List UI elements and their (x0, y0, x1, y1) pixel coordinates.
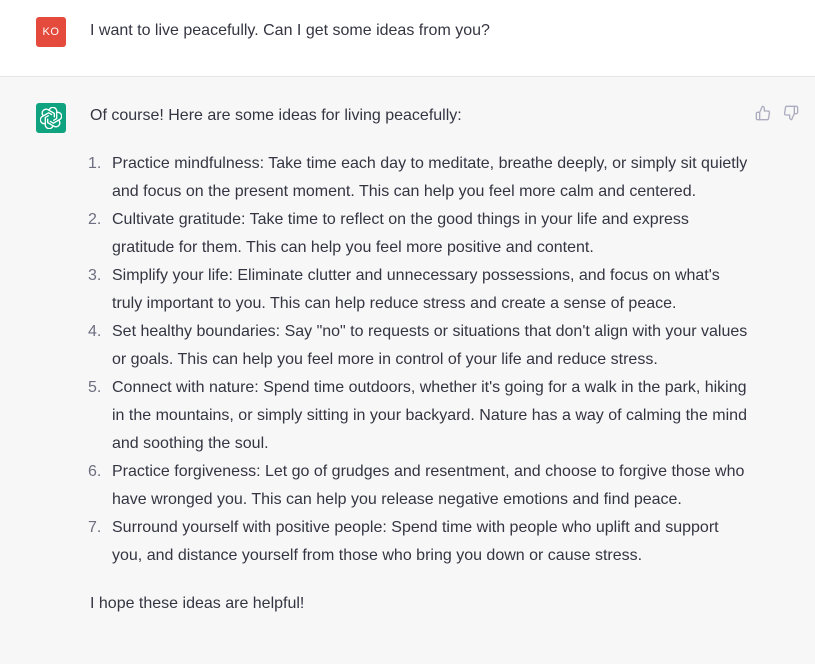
list-item-text: Set healthy boundaries: Say "no" to requ… (112, 323, 748, 368)
ideas-list: 1. Practice mindfulness: Take time each d… (88, 150, 750, 570)
thumbs-down-icon[interactable] (782, 104, 800, 122)
thumbs-up-icon[interactable] (754, 104, 772, 122)
list-item: 2. Cultivate gratitude: Take time to refl… (88, 206, 750, 262)
list-item-text: Practice mindfulness: Take time each day… (112, 155, 748, 200)
list-item-text: Cultivate gratitude: Take time to reflec… (112, 211, 689, 256)
list-item: 3. Simplify your life: Eliminate clutter … (88, 262, 750, 318)
list-item-number: 4. (88, 323, 102, 340)
assistant-intro-text: Of course! Here are some ideas for livin… (90, 107, 462, 124)
list-item: 5. Connect with nature: Spend time outdoo… (88, 374, 750, 458)
assistant-message-content: Of course! Here are some ideas for livin… (88, 102, 750, 618)
user-message-text: I want to live peacefully. Can I get som… (90, 22, 490, 39)
assistant-outro-text: I hope these ideas are helpful! (90, 595, 305, 612)
assistant-message-row: Of course! Here are some ideas for livin… (0, 77, 815, 664)
openai-logo-icon (36, 103, 66, 133)
list-item-number: 2. (88, 211, 102, 228)
list-item: 1. Practice mindfulness: Take time each d… (88, 150, 750, 206)
list-item-number: 5. (88, 379, 102, 396)
list-item-number: 1. (88, 155, 102, 172)
list-item: 6. Practice forgiveness: Let go of grudge… (88, 458, 750, 514)
list-item-number: 3. (88, 267, 102, 284)
list-item-text: Practice forgiveness: Let go of grudges … (112, 463, 745, 508)
list-item: 4. Set healthy boundaries: Say "no" to re… (88, 318, 750, 374)
list-item-text: Surround yourself with positive people: … (112, 519, 719, 564)
list-item-text: Simplify your life: Eliminate clutter an… (112, 267, 720, 312)
user-message-row: KO I want to live peacefully. Can I get … (0, 0, 815, 77)
list-item: 7. Surround yourself with positive people… (88, 514, 750, 570)
list-item-text: Connect with nature: Spend time outdoors… (112, 379, 747, 452)
list-item-number: 6. (88, 463, 102, 480)
list-item-number: 7. (88, 519, 102, 536)
user-avatar: KO (36, 17, 66, 47)
